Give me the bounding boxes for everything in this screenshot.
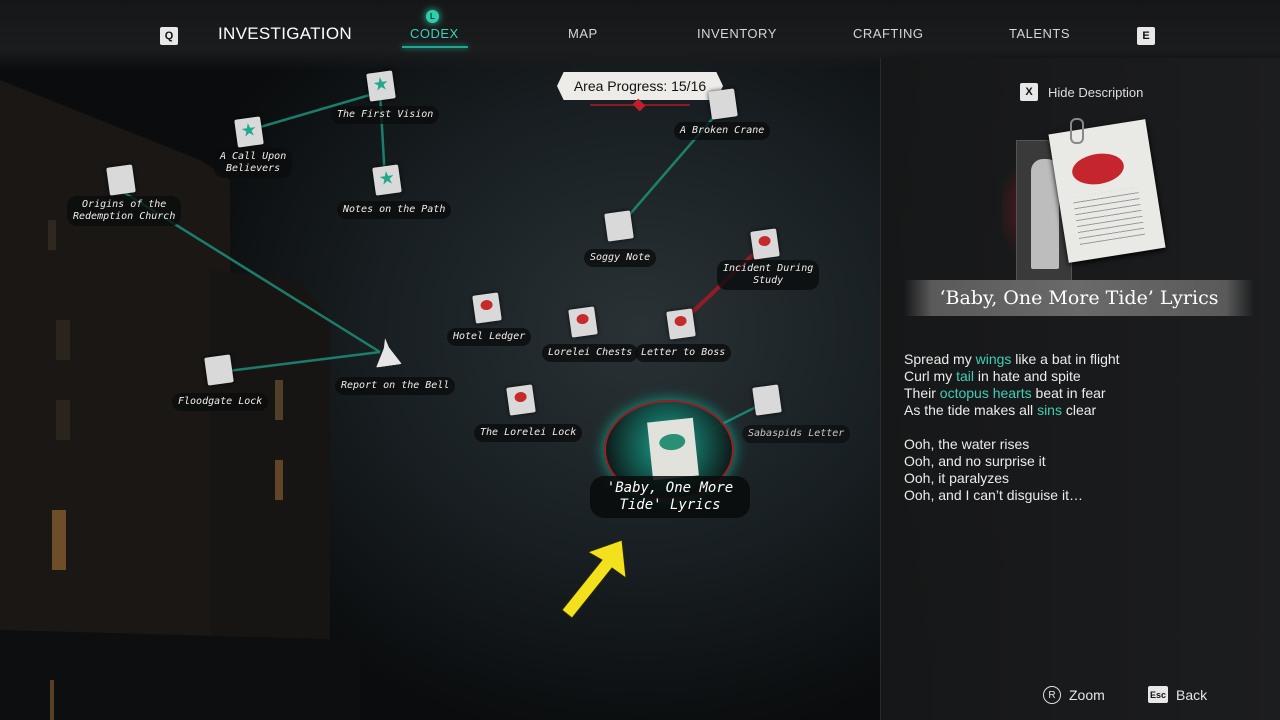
node-label: Lorelei Chests <box>542 344 639 362</box>
lyric-text: As the tide makes all <box>904 402 1038 418</box>
green-star-document-icon <box>234 116 264 148</box>
highlighted-keyword: wings <box>975 351 1012 367</box>
red-document-icon <box>472 292 502 324</box>
zoom-label: Zoom <box>1069 687 1105 703</box>
lyric-line: Ooh, and no surprise it <box>904 453 1244 470</box>
lyric-line: Curl my tail in hate and spite <box>904 368 1244 385</box>
lyric-line: Ooh, and I can’t disguise it… <box>904 487 1244 504</box>
bell-icon <box>372 336 402 367</box>
green-star-document-icon <box>372 164 402 196</box>
node-label: Notes on the Path <box>337 201 452 219</box>
highlighted-keyword: octopus hearts <box>939 385 1032 401</box>
node-label: The First Vision <box>331 106 440 124</box>
node-label: Floodgate Lock <box>172 393 269 411</box>
lyric-line: Spread my wings like a bat in flight <box>904 351 1244 368</box>
green-document-icon <box>604 210 634 242</box>
node-lorelei-chests[interactable] <box>562 306 602 346</box>
lyric-text: Ooh, and I can’t disguise it… <box>904 487 1083 503</box>
red-document-icon <box>568 306 598 338</box>
right-stick-icon: R <box>1043 686 1061 704</box>
node-soggy-note[interactable] <box>598 210 638 250</box>
node-label: Letter to Boss <box>635 344 732 362</box>
red-document-icon <box>750 228 780 260</box>
node-label: Sabaspids Letter <box>742 425 851 443</box>
lyric-text: Curl my <box>904 368 957 384</box>
node-label: Hotel Ledger <box>447 328 532 346</box>
esc-key-icon: Esc <box>1148 686 1168 703</box>
lyric-line: Ooh, the water rises <box>904 436 1244 453</box>
highlighted-keyword: sins <box>1037 402 1062 418</box>
back-label: Back <box>1176 686 1208 703</box>
document-title: ‘Baby, One More Tide’ Lyrics <box>904 280 1254 316</box>
lyric-text: Ooh, and no surprise it <box>904 453 1046 469</box>
lyric-text: Their <box>904 385 940 401</box>
green-document-icon <box>647 417 699 481</box>
next-tab-key[interactable]: E <box>1137 27 1155 45</box>
lyric-line: Their octopus hearts beat in fear <box>904 385 1244 402</box>
highlighted-keyword: tail <box>956 368 975 384</box>
tab-talents[interactable]: TALENTS <box>1009 26 1070 41</box>
node-label: Report on the Bell <box>335 377 456 395</box>
lyric-text: like a bat in flight <box>1011 351 1120 367</box>
node-sabaspids-letter[interactable] <box>746 384 786 424</box>
back-button[interactable]: Esc Back <box>1148 686 1207 703</box>
red-document-icon <box>666 308 696 340</box>
node-label: A Broken Crane <box>674 122 771 140</box>
node-letter-to-boss[interactable] <box>660 308 700 348</box>
node-label: Origins of the Redemption Church <box>67 196 182 226</box>
lyric-text: Spread my <box>904 351 976 367</box>
lyric-text: beat in fear <box>1031 385 1106 401</box>
lyric-text: in hate and spite <box>974 368 1081 384</box>
red-document-icon <box>506 384 536 416</box>
selected-node-label: 'Baby, One More Tide' Lyrics <box>590 476 750 518</box>
lyric-text: Ooh, the water rises <box>904 436 1030 452</box>
lyrics-document-image <box>1002 118 1166 286</box>
node-connections <box>119 90 771 442</box>
node-the-first-vision[interactable] <box>360 70 400 110</box>
crane-icon <box>708 88 738 120</box>
green-document-icon <box>752 384 782 416</box>
hide-description-label: Hide Description <box>1048 84 1144 100</box>
codex-investigation-screen: Q INVESTIGATION L CODEX MAP INVENTORY CR… <box>0 0 1280 720</box>
node-label: The Lorelei Lock <box>474 424 583 442</box>
green-star-document-icon <box>366 70 396 102</box>
lyric-text: clear <box>1061 402 1097 418</box>
lyric-line: As the tide makes all sins clear <box>904 402 1244 419</box>
yellow-arrow-icon <box>561 539 627 619</box>
x-key-icon: X <box>1020 83 1038 101</box>
node-report-on-the-bell[interactable] <box>366 336 406 376</box>
green-document-icon <box>204 354 234 386</box>
lyrics-text: Spread my wings like a bat in flight Curl… <box>904 351 1244 504</box>
node-notes-on-the-path[interactable] <box>366 164 406 204</box>
green-document-icon <box>106 164 136 196</box>
hide-description-button[interactable]: X Hide Description <box>1020 83 1143 101</box>
node-label: A Call Upon Believers <box>214 148 293 178</box>
zoom-control[interactable]: R Zoom <box>1043 686 1105 704</box>
node-label: Incident During Study <box>717 260 820 290</box>
node-the-lorelei-lock[interactable] <box>500 384 540 424</box>
lyric-gap <box>904 419 1244 436</box>
node-floodgate-lock[interactable] <box>198 354 238 394</box>
node-label: Soggy Note <box>584 249 657 267</box>
lyric-line: Ooh, it paralyzes <box>904 470 1244 487</box>
node-hotel-ledger[interactable] <box>466 292 506 332</box>
lyric-text: Ooh, it paralyzes <box>904 470 1010 486</box>
